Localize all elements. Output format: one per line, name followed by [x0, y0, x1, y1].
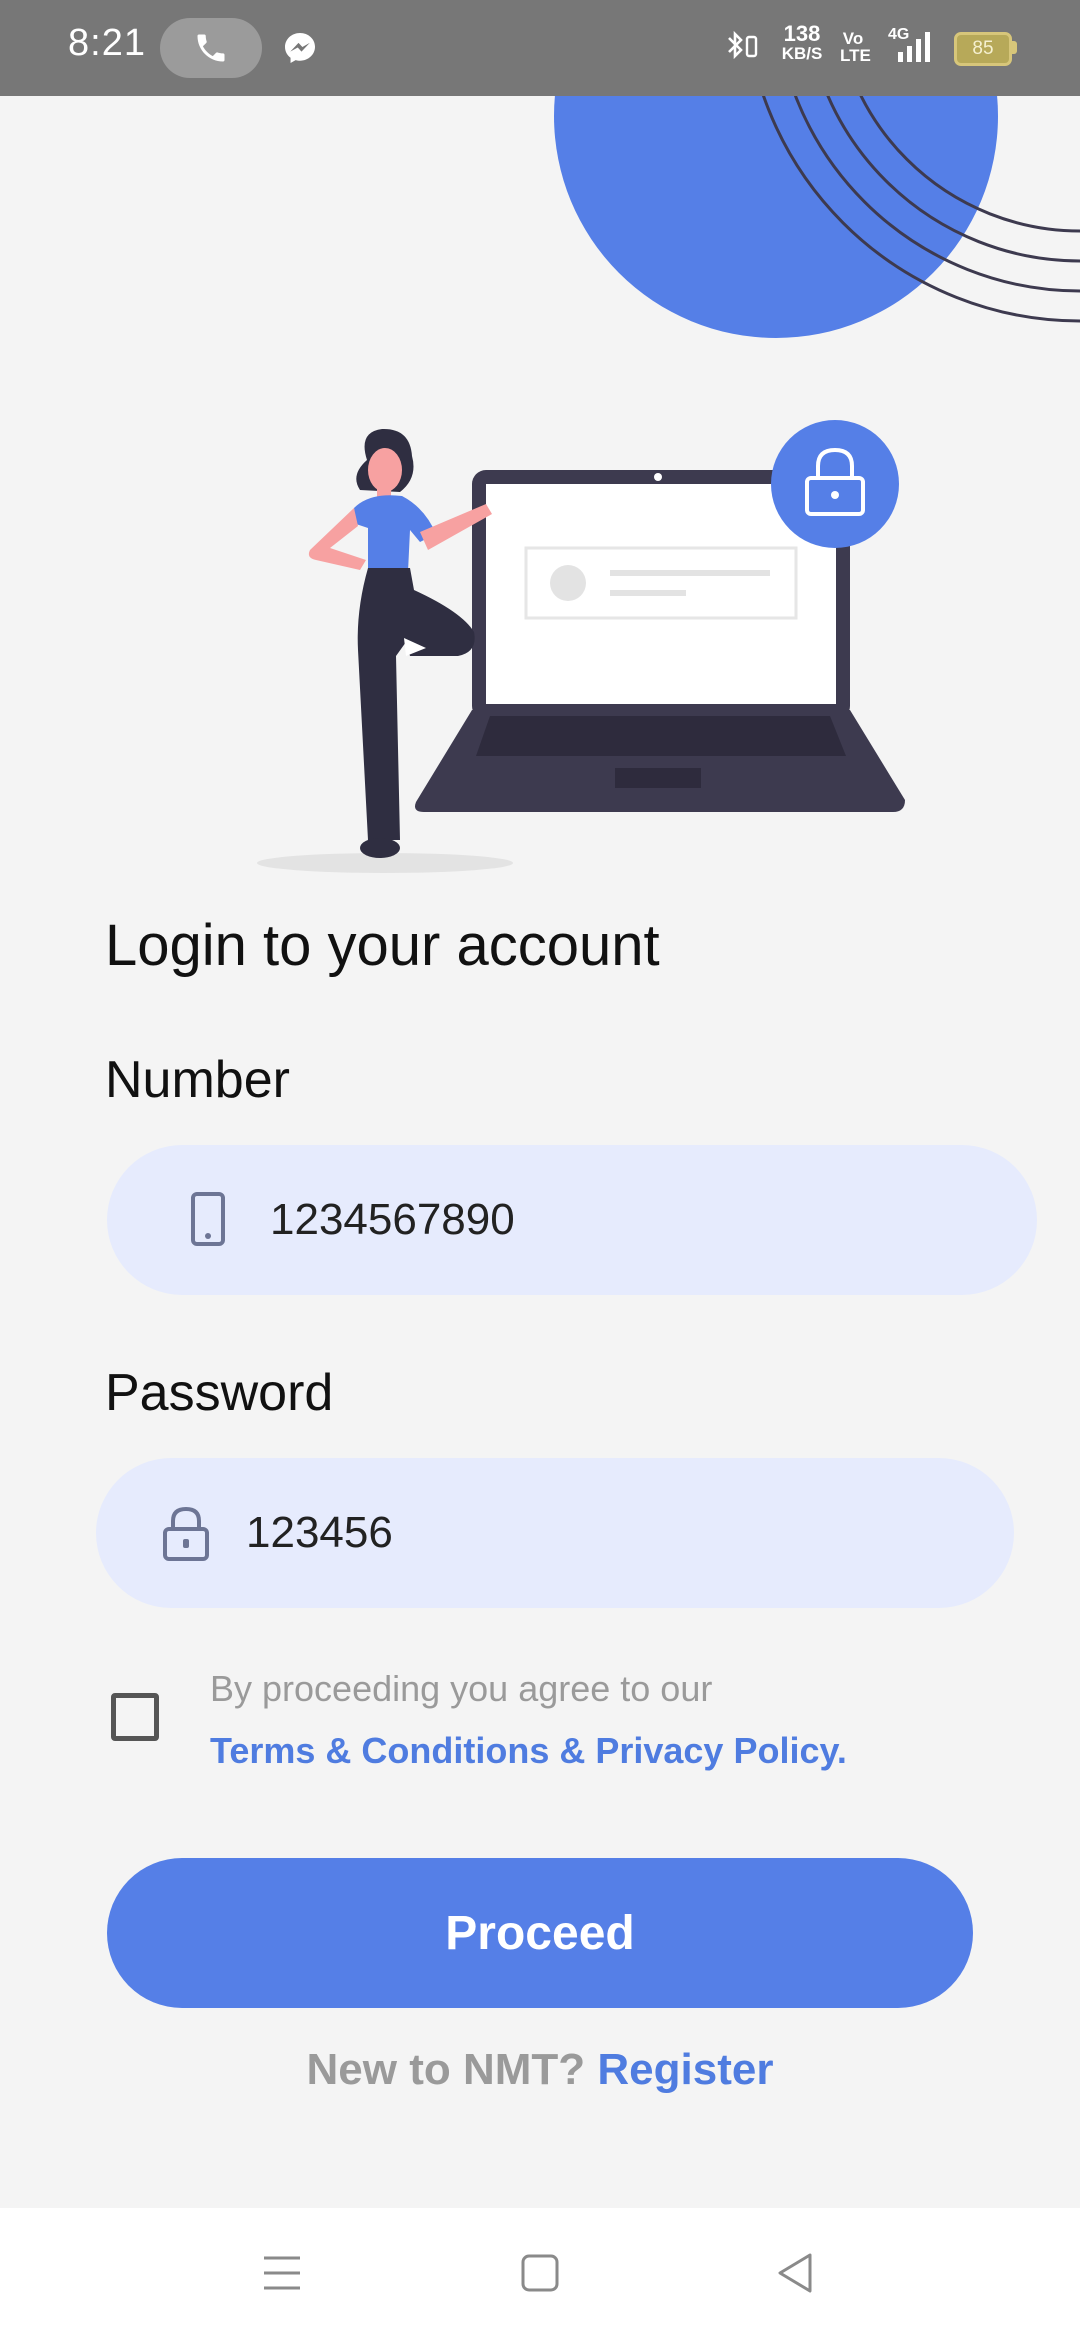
terms-privacy-link[interactable]: Terms & Conditions & Privacy Policy. — [210, 1730, 847, 1772]
password-input[interactable] — [246, 1498, 946, 1568]
signal-icon — [898, 32, 930, 62]
agree-text: By proceeding you agree to our — [210, 1668, 713, 1709]
network-speed-unit: KB/S — [781, 44, 823, 63]
menu-icon[interactable] — [262, 2248, 302, 2298]
status-bar: 8:21 138 KB/S Vo LTE 4G 85 — [0, 0, 1080, 96]
bluetooth-icon — [728, 30, 758, 60]
messenger-icon — [285, 33, 315, 63]
network-speed: 138 KB/S — [778, 21, 826, 64]
proceed-button[interactable]: Proceed — [107, 1858, 973, 2008]
battery-tip — [1012, 41, 1017, 54]
mobile-phone-icon — [191, 1192, 225, 1246]
lock-badge-illustration — [771, 420, 899, 548]
number-input[interactable] — [270, 1185, 970, 1255]
back-icon[interactable] — [776, 2248, 816, 2298]
network-speed-value: 138 — [783, 21, 821, 46]
battery-icon: 85 — [954, 32, 1012, 66]
battery-level: 85 — [972, 38, 994, 59]
lock-icon — [163, 1506, 209, 1561]
password-label: Password — [105, 1364, 334, 1422]
ongoing-call-chip[interactable] — [160, 18, 262, 78]
login-illustration — [257, 420, 905, 873]
new-user-text: New to NMT? — [306, 2045, 586, 2094]
agree-checkbox[interactable] — [111, 1693, 159, 1741]
number-label: Number — [105, 1051, 290, 1109]
system-navigation-bar — [0, 2208, 1080, 2340]
status-time: 8:21 — [68, 22, 146, 64]
register-link[interactable]: Register — [597, 2045, 773, 2094]
number-field[interactable] — [107, 1145, 1037, 1295]
volte-indicator: Vo LTE — [840, 29, 871, 65]
home-icon[interactable] — [520, 2248, 560, 2298]
decorative-background-shapes — [554, 96, 1080, 338]
phone-call-icon — [197, 34, 225, 62]
register-prompt: New to NMT? Register — [0, 2045, 1080, 2095]
password-field[interactable] — [96, 1458, 1014, 1608]
page-title: Login to your account — [105, 913, 660, 978]
